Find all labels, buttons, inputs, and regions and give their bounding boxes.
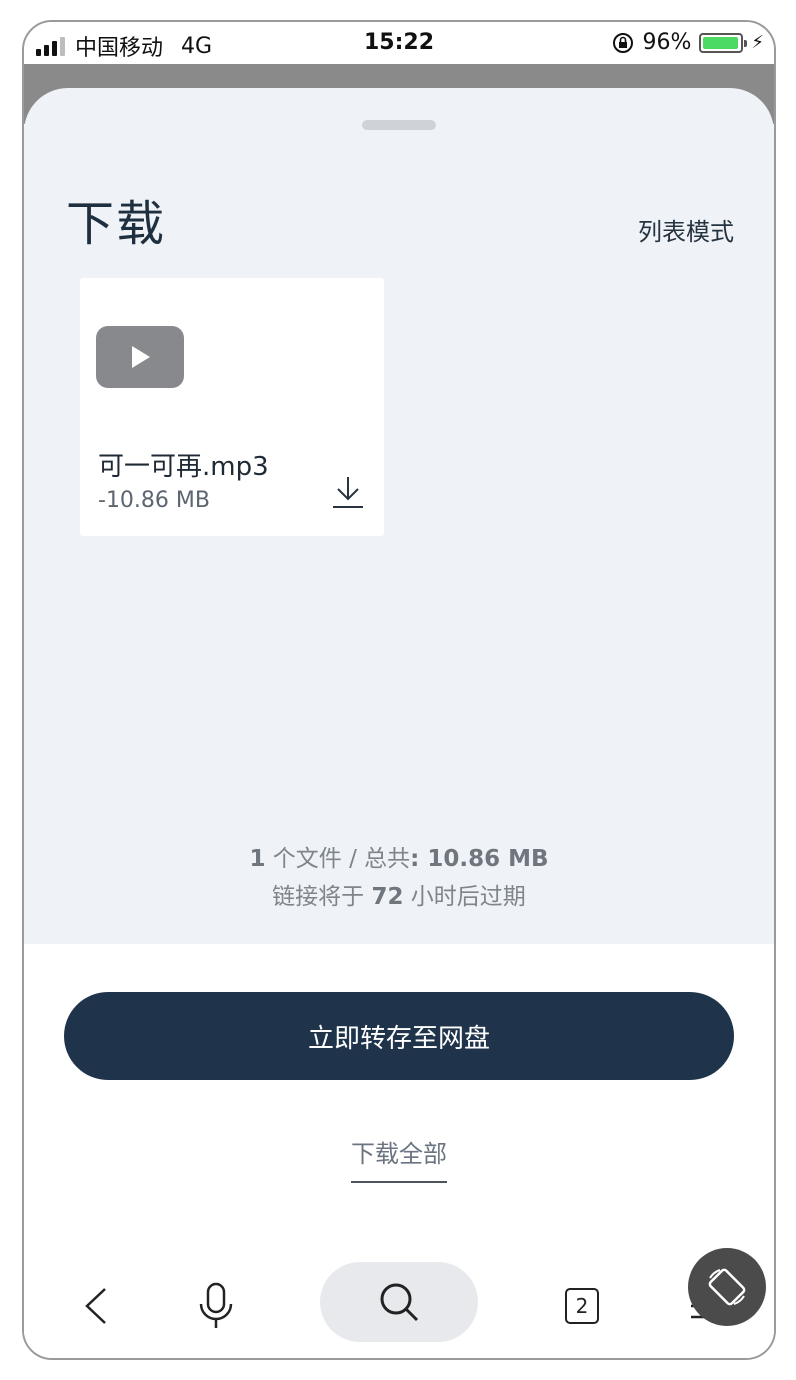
file-count-line: 1 个文件 / 总共: 10.86 MB <box>24 840 774 878</box>
status-right: 96% ⚡ <box>612 30 764 55</box>
rotation-lock-icon <box>612 32 634 54</box>
file-count-suffix: 个文件 / 总共 <box>265 846 411 872</box>
rotate-icon[interactable] <box>688 1248 766 1326</box>
file-thumbnail <box>96 326 184 388</box>
phone-frame: 中国移动 4G 15:22 96% ⚡ 下载 列表模式 可一可再.mp3 -10… <box>22 20 776 1360</box>
back-icon[interactable] <box>66 1276 126 1336</box>
tab-count: 2 <box>575 1294 589 1318</box>
tabs-icon: 2 <box>565 1288 599 1324</box>
file-name: 可一可再.mp3 <box>98 452 269 482</box>
download-all-link[interactable]: 下载全部 <box>351 1134 447 1183</box>
search-button[interactable] <box>320 1262 478 1342</box>
page-title: 下载 <box>66 196 167 252</box>
battery-icon <box>699 32 748 53</box>
total-size: : 10.86 MB <box>410 846 549 872</box>
expiry-line: 链接将于 72 小时后过期 <box>24 878 774 916</box>
download-summary: 1 个文件 / 总共: 10.86 MB 链接将于 72 小时后过期 <box>24 840 774 916</box>
list-mode-toggle[interactable]: 列表模式 <box>638 212 734 247</box>
battery-percent: 96% <box>642 30 692 55</box>
file-card[interactable]: 可一可再.mp3 -10.86 MB <box>80 278 384 536</box>
battery-fill <box>703 36 738 49</box>
status-bar: 中国移动 4G 15:22 96% ⚡ <box>24 22 774 64</box>
file-size: -10.86 MB <box>98 488 210 513</box>
expiry-prefix: 链接将于 <box>272 884 372 910</box>
download-icon[interactable] <box>330 474 366 510</box>
file-count: 1 <box>249 846 266 872</box>
bottom-actions: 立即转存至网盘 下载全部 2 <box>24 944 774 1358</box>
expiry-suffix: 小时后过期 <box>403 884 526 910</box>
download-all-row: 下载全部 <box>24 1134 774 1183</box>
save-to-drive-button[interactable]: 立即转存至网盘 <box>64 992 734 1080</box>
sheet-drag-handle[interactable] <box>362 120 436 130</box>
browser-toolbar: 2 <box>24 1248 774 1350</box>
charging-icon: ⚡ <box>751 32 764 53</box>
expiry-hours: 72 <box>371 884 404 910</box>
play-icon <box>132 346 150 368</box>
search-icon <box>380 1283 419 1322</box>
microphone-icon[interactable] <box>186 1276 246 1336</box>
tabs-button[interactable]: 2 <box>552 1276 612 1336</box>
